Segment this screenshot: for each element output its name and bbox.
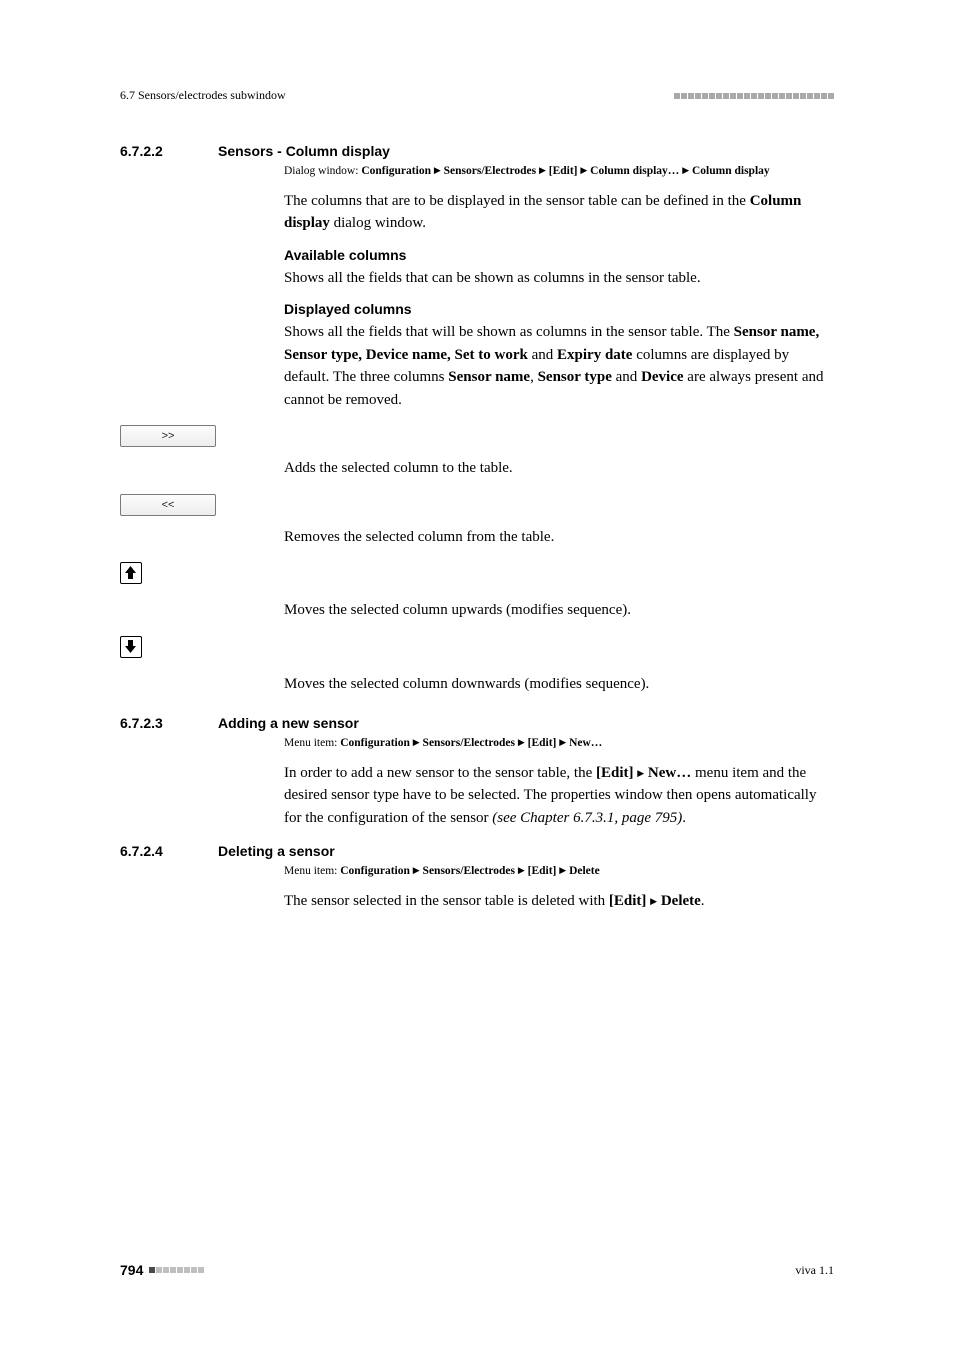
triangle-icon: ▶ (559, 737, 566, 747)
section-number: 6.7.2.2 (120, 143, 218, 159)
footer-decoration (149, 1267, 204, 1273)
remove-column-description: Removes the selected column from the tab… (284, 526, 834, 549)
menu-path: Menu item: Configuration ▶ Sensors/Elect… (284, 735, 834, 752)
section-6-7-2-4-heading: 6.7.2.4 Deleting a sensor (120, 843, 834, 859)
displayed-columns-text: Shows all the fields that will be shown … (284, 321, 834, 411)
header-section-label: 6.7 Sensors/electrodes subwindow (120, 88, 286, 103)
displayed-columns-heading: Displayed columns (284, 301, 834, 317)
arrow-down-icon (123, 639, 138, 654)
add-column-button[interactable]: >> (120, 425, 216, 447)
header-decoration (674, 93, 834, 99)
triangle-icon: ▶ (539, 165, 546, 175)
remove-column-button[interactable]: << (120, 494, 216, 516)
move-down-button[interactable] (120, 636, 142, 658)
triangle-icon: ▶ (637, 768, 644, 778)
intro-paragraph: The columns that are to be displayed in … (284, 190, 834, 235)
adding-sensor-text: In order to add a new sensor to the sens… (284, 762, 834, 830)
deleting-sensor-text: The sensor selected in the sensor table … (284, 890, 834, 913)
available-columns-heading: Available columns (284, 247, 834, 263)
section-number: 6.7.2.4 (120, 843, 218, 859)
triangle-icon: ▶ (559, 865, 566, 875)
triangle-icon: ▶ (413, 737, 420, 747)
menu-path: Menu item: Configuration ▶ Sensors/Elect… (284, 863, 834, 880)
add-column-description: Adds the selected column to the table. (284, 457, 834, 480)
page-number: 794 (120, 1262, 143, 1278)
dialog-path: Dialog window: Configuration ▶ Sensors/E… (284, 163, 834, 180)
section-number: 6.7.2.3 (120, 715, 218, 731)
section-6-7-2-3-heading: 6.7.2.3 Adding a new sensor (120, 715, 834, 731)
move-up-description: Moves the selected column upwards (modif… (284, 599, 834, 622)
triangle-icon: ▶ (580, 165, 587, 175)
triangle-icon: ▶ (518, 737, 525, 747)
triangle-icon: ▶ (413, 865, 420, 875)
section-title: Deleting a sensor (218, 843, 335, 859)
section-6-7-2-2-heading: 6.7.2.2 Sensors - Column display (120, 143, 834, 159)
triangle-icon: ▶ (650, 896, 657, 906)
footer-right: viva 1.1 (795, 1263, 834, 1278)
available-columns-text: Shows all the fields that can be shown a… (284, 267, 834, 290)
triangle-icon: ▶ (434, 165, 441, 175)
page-header: 6.7 Sensors/electrodes subwindow (120, 88, 834, 103)
move-down-description: Moves the selected column downwards (mod… (284, 673, 834, 696)
move-up-button[interactable] (120, 562, 142, 584)
triangle-icon: ▶ (682, 165, 689, 175)
section-title: Adding a new sensor (218, 715, 359, 731)
page-footer: 794 viva 1.1 (120, 1262, 834, 1278)
section-title: Sensors - Column display (218, 143, 390, 159)
arrow-up-icon (123, 565, 138, 580)
triangle-icon: ▶ (518, 865, 525, 875)
